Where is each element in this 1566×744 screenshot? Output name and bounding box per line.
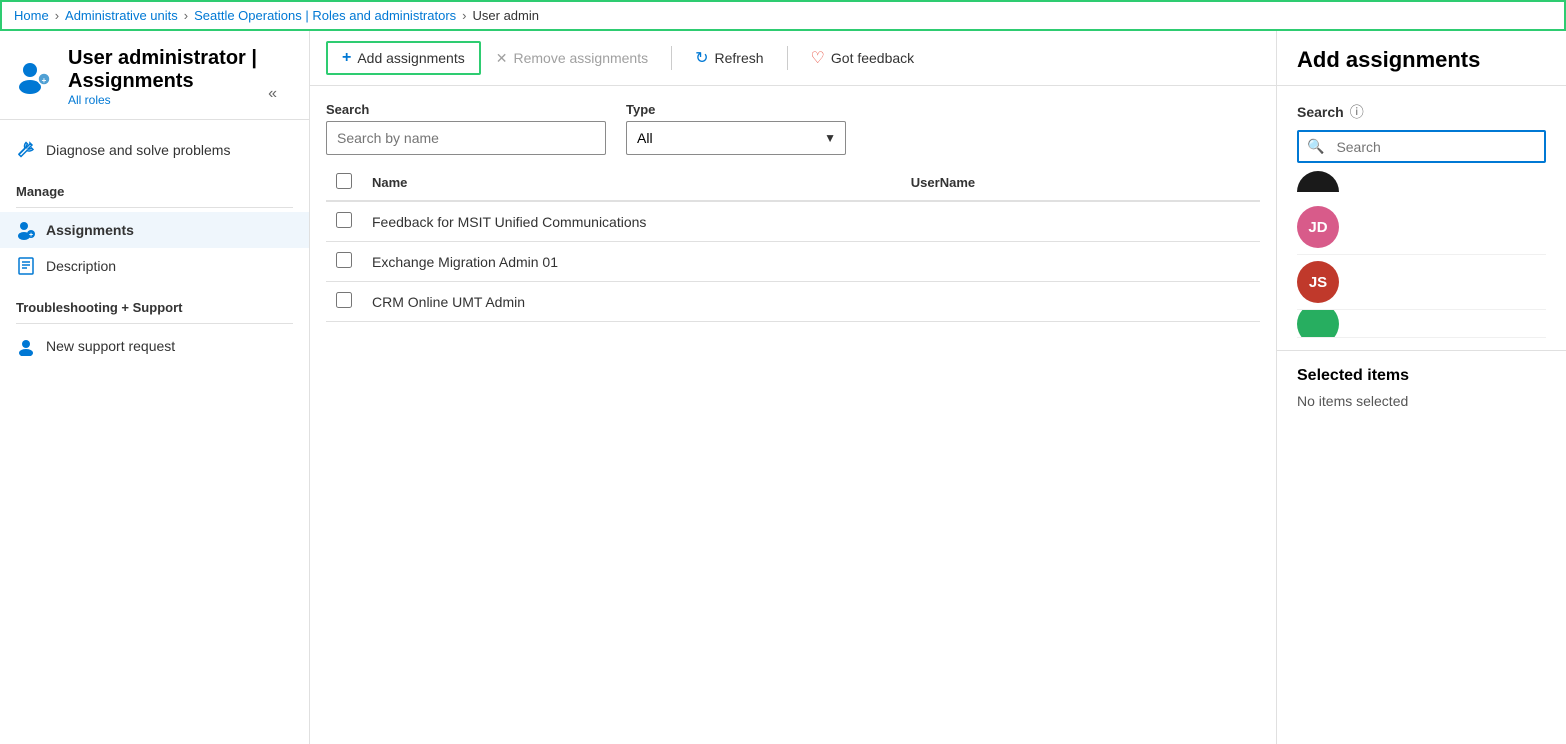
breadcrumb-home[interactable]: Home <box>14 8 49 23</box>
description-label: Description <box>46 258 116 274</box>
remove-assignments-button[interactable]: ✕ Remove assignments <box>481 43 663 74</box>
assignments-icon: + <box>16 220 36 240</box>
select-all-checkbox[interactable] <box>336 173 352 189</box>
remove-assignments-label: Remove assignments <box>513 50 648 66</box>
avatar-jd-row[interactable]: JD <box>1297 200 1546 255</box>
avatar-partial-top <box>1297 171 1339 192</box>
manage-divider <box>16 207 293 208</box>
avatar-green <box>1297 310 1339 338</box>
assignments-table: Name UserName Feedback for MSIT Unified … <box>326 165 1260 322</box>
sidebar: + User administrator | Assignments All r… <box>0 31 310 744</box>
row-checkbox-0[interactable] <box>336 212 352 228</box>
refresh-label: Refresh <box>715 50 764 66</box>
row-checkbox-2[interactable] <box>336 292 352 308</box>
row-username-cell <box>901 242 1260 282</box>
right-panel-header: Add assignments <box>1277 31 1566 86</box>
search-icon: 🔍 <box>1299 132 1332 161</box>
type-filter-label: Type <box>626 102 846 117</box>
x-icon: ✕ <box>496 50 508 67</box>
add-assignments-button[interactable]: + Add assignments <box>326 41 481 75</box>
svg-text:+: + <box>29 232 33 239</box>
row-username-cell <box>901 201 1260 242</box>
selected-items-label: Selected items <box>1297 367 1546 385</box>
avatars-list: JD JS <box>1277 192 1566 346</box>
toolbar-separator-2 <box>787 46 788 70</box>
breadcrumb-admin-units[interactable]: Administrative units <box>65 8 178 23</box>
search-section: Search ⓘ 🔍 <box>1277 86 1566 171</box>
breadcrumb-seattle-ops[interactable]: Seattle Operations | Roles and administr… <box>194 8 456 23</box>
info-icon[interactable]: ⓘ <box>1350 102 1364 122</box>
sidebar-item-support[interactable]: New support request <box>0 328 309 364</box>
selected-items-section: Selected items No items selected <box>1277 350 1566 425</box>
right-panel: Add assignments Search ⓘ 🔍 JD JS <box>1276 31 1566 744</box>
sidebar-item-diagnose[interactable]: Diagnose and solve problems <box>0 132 309 168</box>
support-label: New support request <box>46 338 175 354</box>
col-header-name: Name <box>362 165 901 201</box>
right-search-input-wrapper: 🔍 <box>1297 130 1546 163</box>
col-header-username: UserName <box>901 165 1260 201</box>
row-checkbox-cell <box>326 201 362 242</box>
avatar-js-row[interactable]: JS <box>1297 255 1546 310</box>
no-items-text: No items selected <box>1297 393 1546 409</box>
wrench-icon <box>16 140 36 160</box>
page-title: User administrator | Assignments <box>68 47 260 93</box>
add-assignments-label: Add assignments <box>357 50 464 66</box>
heart-icon: ♡ <box>811 48 825 68</box>
got-feedback-label: Got feedback <box>831 50 914 66</box>
row-checkbox-cell <box>326 242 362 282</box>
table-container: Name UserName Feedback for MSIT Unified … <box>310 165 1276 744</box>
assignments-label: Assignments <box>46 222 134 238</box>
avatar-js: JS <box>1297 261 1339 303</box>
avatar-jd: JD <box>1297 206 1339 248</box>
refresh-icon: ↻ <box>695 48 708 68</box>
search-input[interactable] <box>326 121 606 155</box>
sidebar-item-assignments[interactable]: + Assignments <box>0 212 309 248</box>
description-icon <box>16 256 36 276</box>
troubleshooting-section-label: Troubleshooting + Support <box>0 292 309 319</box>
collapse-sidebar-button[interactable]: « <box>260 81 285 107</box>
refresh-button[interactable]: ↻ Refresh <box>680 41 778 75</box>
avatar-green-row[interactable] <box>1297 310 1546 338</box>
troubleshooting-divider <box>16 323 293 324</box>
table-row: CRM Online UMT Admin <box>326 282 1260 322</box>
sidebar-item-description[interactable]: Description <box>0 248 309 284</box>
manage-section-label: Manage <box>0 176 309 203</box>
breadcrumb-current: User admin <box>473 8 539 23</box>
page-header: + User administrator | Assignments All r… <box>0 31 309 120</box>
col-header-checkbox <box>326 165 362 201</box>
support-icon <box>16 336 36 356</box>
type-filter-group: Type All User Group Service Principal ▼ <box>626 102 846 155</box>
row-name-cell: Exchange Migration Admin 01 <box>362 242 901 282</box>
diagnose-label: Diagnose and solve problems <box>46 142 230 158</box>
search-filter-group: Search <box>326 102 606 155</box>
content-area: + Add assignments ✕ Remove assignments ↻… <box>310 31 1276 744</box>
row-name-cell: Feedback for MSIT Unified Communications <box>362 201 901 242</box>
right-search-label: Search <box>1297 104 1344 120</box>
right-search-input[interactable] <box>1332 133 1544 161</box>
right-panel-title: Add assignments <box>1297 47 1546 73</box>
plus-icon: + <box>342 49 351 67</box>
sidebar-nav: Diagnose and solve problems Manage + Ass… <box>0 120 309 744</box>
user-admin-icon: + <box>16 57 56 97</box>
got-feedback-button[interactable]: ♡ Got feedback <box>796 41 930 75</box>
row-checkbox-cell <box>326 282 362 322</box>
type-select[interactable]: All User Group Service Principal <box>626 121 846 155</box>
toolbar-separator-1 <box>671 46 672 70</box>
table-row: Exchange Migration Admin 01 <box>326 242 1260 282</box>
row-checkbox-1[interactable] <box>336 252 352 268</box>
page-subtitle: All roles <box>68 93 260 107</box>
svg-text:+: + <box>42 76 47 85</box>
breadcrumb: Home › Administrative units › Seattle Op… <box>0 0 1566 31</box>
toolbar: + Add assignments ✕ Remove assignments ↻… <box>310 31 1276 86</box>
row-name-cell: CRM Online UMT Admin <box>362 282 901 322</box>
table-row: Feedback for MSIT Unified Communications <box>326 201 1260 242</box>
row-username-cell <box>901 282 1260 322</box>
filters-row: Search Type All User Group Service Princ… <box>310 86 1276 165</box>
type-select-wrapper: All User Group Service Principal ▼ <box>626 121 846 155</box>
search-filter-label: Search <box>326 102 606 117</box>
